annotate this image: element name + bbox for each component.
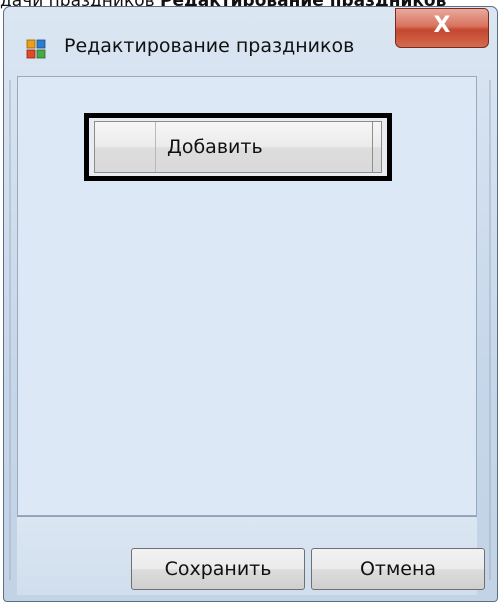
window-title: Редактирование праздников	[64, 35, 355, 57]
app-window-icon	[26, 39, 46, 59]
button-divider	[372, 122, 373, 172]
cancel-button[interactable]: Отмена	[311, 548, 485, 590]
add-button[interactable]: Добавить	[94, 121, 382, 173]
page: дачи праздников Редактирование празднико…	[0, 0, 503, 604]
title-bar: Редактирование праздников X	[4, 7, 497, 87]
close-icon: X	[433, 13, 451, 38]
add-button-highlight: Добавить	[84, 113, 392, 181]
window-border-right	[489, 80, 491, 580]
window-border-left	[9, 80, 11, 580]
save-button[interactable]: Сохранить	[131, 548, 305, 590]
close-button[interactable]: X	[395, 8, 489, 48]
button-divider	[155, 122, 156, 172]
add-button-label: Добавить	[167, 136, 263, 158]
